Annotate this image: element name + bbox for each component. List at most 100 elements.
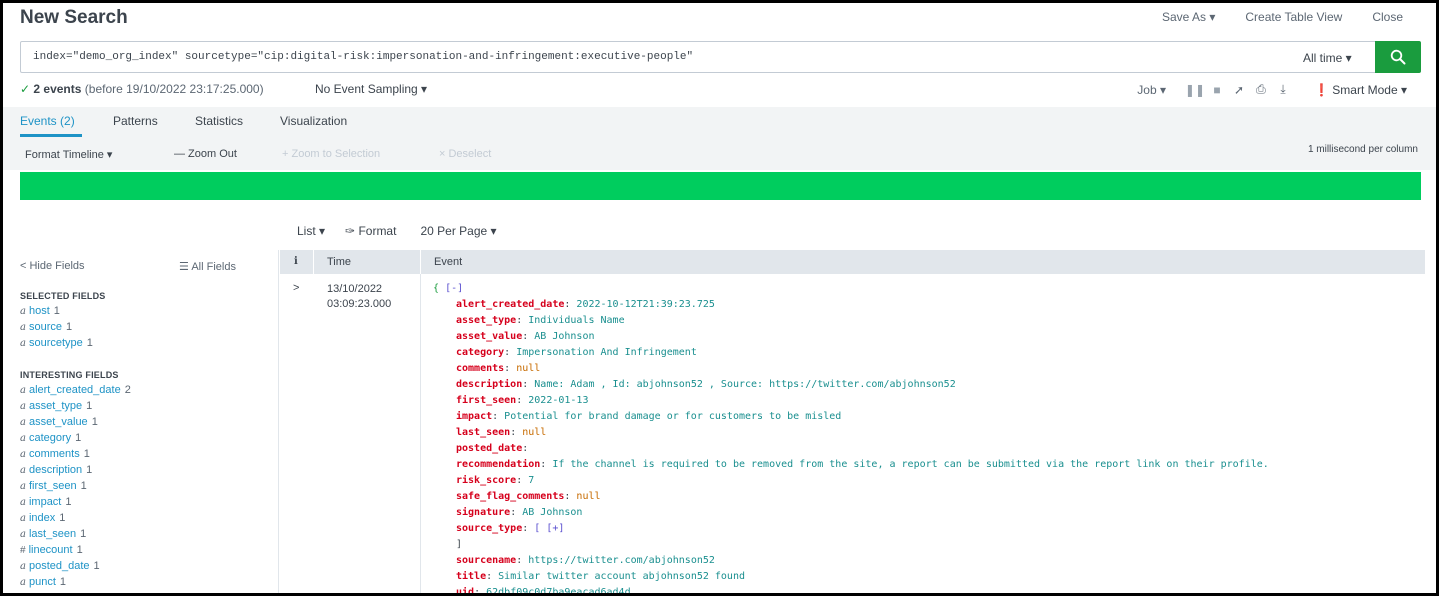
field-value[interactable]: Similar twitter account abjohnson52 foun… xyxy=(498,571,745,582)
field-value[interactable]: AB Johnson xyxy=(534,331,594,342)
field-key[interactable]: first_seen xyxy=(433,395,516,406)
close-button[interactable]: Close xyxy=(1372,10,1403,24)
tab-patterns[interactable]: Patterns xyxy=(113,114,158,128)
tab-visualization[interactable]: Visualization xyxy=(280,114,347,128)
format-timeline-dropdown[interactable]: Format Timeline ▾ xyxy=(25,148,112,161)
tab-statistics[interactable]: Statistics xyxy=(195,114,243,128)
field-value[interactable]: AB Johnson xyxy=(522,507,582,518)
col-time[interactable]: Time xyxy=(327,256,351,268)
field-key[interactable]: posted_date xyxy=(433,443,522,454)
sidebar-field-last-seen[interactable]: a last_seen 1 xyxy=(20,528,86,540)
lightbulb-icon: ❗ xyxy=(1313,82,1329,97)
create-table-view-button[interactable]: Create Table View xyxy=(1245,10,1342,24)
sidebar-field-linecount[interactable]: # linecount 1 xyxy=(20,544,83,556)
sidebar-field-sourcetype[interactable]: a sourcetype 1 xyxy=(20,337,93,349)
field-key[interactable]: title xyxy=(433,571,486,582)
event-sampling-dropdown[interactable]: No Event Sampling ▾ xyxy=(315,82,427,96)
field-key[interactable]: last_seen xyxy=(433,427,510,438)
expand-row-icon[interactable]: > xyxy=(293,282,299,294)
list-view-dropdown[interactable]: List ▾ xyxy=(297,224,325,238)
sidebar-field-source[interactable]: a source 1 xyxy=(20,321,72,333)
sidebar-field-first-seen[interactable]: a first_seen 1 xyxy=(20,480,87,492)
field-separator: : xyxy=(504,347,517,358)
sidebar-field-asset-type[interactable]: a asset_type 1 xyxy=(20,400,92,412)
sidebar-field-asset-value[interactable]: a asset_value 1 xyxy=(20,416,98,428)
interesting-fields-heading: INTERESTING FIELDS xyxy=(20,370,119,380)
event-field-alert-created-date: alert_created_date: 2022-10-12T21:39:23.… xyxy=(433,297,1269,313)
search-input[interactable]: index="demo_org_index" sourcetype="cip:d… xyxy=(20,41,1291,73)
col-divider xyxy=(313,250,314,274)
timeline-histogram[interactable] xyxy=(20,172,1421,200)
export-icon[interactable]: ⤓ xyxy=(1272,82,1294,97)
sidebar-field-description[interactable]: a description 1 xyxy=(20,464,92,476)
field-key[interactable]: description xyxy=(433,379,522,390)
sidebar-field-alert-created-date[interactable]: a alert_created_date 2 xyxy=(20,384,131,396)
field-type-icon: a xyxy=(20,385,26,396)
search-button[interactable] xyxy=(1375,41,1421,73)
pause-icon[interactable]: ❚❚ xyxy=(1184,83,1206,97)
field-value[interactable]: 62dbf09c0d7ba9eacad6ad4d xyxy=(486,587,631,593)
splunk-search-page: New Search Save As ▾ Create Table View C… xyxy=(0,0,1439,596)
field-key[interactable]: impact xyxy=(433,411,492,422)
field-key[interactable]: uid xyxy=(433,587,474,593)
sidebar-field-category[interactable]: a category 1 xyxy=(20,432,81,444)
field-value[interactable]: 2022-10-12T21:39:23.725 xyxy=(576,299,714,310)
sidebar-field-comments[interactable]: a comments 1 xyxy=(20,448,90,460)
event-time[interactable]: 13/10/2022 03:09:23.000 xyxy=(327,282,391,312)
job-menu[interactable]: Job ▾ xyxy=(1137,83,1166,97)
field-value[interactable]: https://twitter.com/abjohnson52 xyxy=(528,555,715,566)
deselect-button[interactable]: × Deselect xyxy=(439,148,491,160)
field-value[interactable]: 7 xyxy=(528,475,534,486)
zoom-out-button[interactable]: — Zoom Out xyxy=(174,148,237,160)
all-fields-button[interactable]: ☰ All Fields xyxy=(179,260,236,273)
field-key[interactable]: safe_flag_comments xyxy=(433,491,564,502)
save-as-button[interactable]: Save As ▾ xyxy=(1162,10,1215,24)
field-name: asset_value xyxy=(28,416,88,428)
sidebar-field-punct[interactable]: a punct 1 xyxy=(20,576,66,588)
col-info: i xyxy=(294,256,298,267)
sidebar-field-impact[interactable]: a impact 1 xyxy=(20,496,72,508)
event-field-asset-value: asset_value: AB Johnson xyxy=(433,329,1269,345)
field-key[interactable]: signature xyxy=(433,507,510,518)
share-icon[interactable]: ➚ xyxy=(1228,83,1250,97)
events-table-header: i Time Event xyxy=(280,250,1425,274)
page-header: New Search Save As ▾ Create Table View C… xyxy=(3,3,1436,37)
field-key[interactable]: asset_value xyxy=(433,331,522,342)
field-value[interactable]: 2022-01-13 xyxy=(528,395,588,406)
field-name: linecount xyxy=(28,544,73,556)
field-key[interactable]: sourcename xyxy=(433,555,516,566)
field-key[interactable]: comments xyxy=(433,363,504,374)
field-value[interactable]: null xyxy=(522,427,546,438)
field-separator: : xyxy=(522,443,529,454)
format-button[interactable]: ✑ Format xyxy=(345,224,396,238)
field-key[interactable]: recommendation xyxy=(433,459,540,470)
tab-events[interactable]: Events (2) xyxy=(20,114,75,128)
hide-fields-button[interactable]: < Hide Fields xyxy=(20,260,85,272)
per-page-dropdown[interactable]: 20 Per Page ▾ xyxy=(420,224,496,238)
zoom-to-selection-button[interactable]: + Zoom to Selection xyxy=(282,148,380,160)
stop-icon[interactable]: ■ xyxy=(1206,83,1228,97)
field-value[interactable]: null xyxy=(576,491,600,502)
sidebar-field-index[interactable]: a index 1 xyxy=(20,512,65,524)
field-value[interactable]: null xyxy=(516,363,540,374)
field-key[interactable]: alert_created_date xyxy=(433,299,564,310)
time-range-picker[interactable]: All time ▾ xyxy=(1290,41,1376,73)
page-title: New Search xyxy=(20,7,128,28)
search-mode-dropdown[interactable]: ❗ Smart Mode ▾ xyxy=(1314,83,1407,97)
field-key[interactable]: risk_score xyxy=(433,475,516,486)
field-key[interactable]: source_type xyxy=(433,523,522,534)
print-icon[interactable]: ⎙ xyxy=(1250,82,1272,97)
field-value[interactable]: Impersonation And Infringement xyxy=(516,347,697,358)
sidebar-field-posted-date[interactable]: a posted_date 1 xyxy=(20,560,100,572)
field-value[interactable]: [ [+] xyxy=(534,523,564,534)
field-value[interactable]: Potential for brand damage or for custom… xyxy=(504,411,841,422)
field-value[interactable]: Individuals Name xyxy=(528,315,624,326)
field-count: 1 xyxy=(93,560,100,572)
field-type-icon: a xyxy=(20,529,26,540)
field-key[interactable]: asset_type xyxy=(433,315,516,326)
sidebar-field-host[interactable]: a host 1 xyxy=(20,305,60,317)
field-key[interactable]: category xyxy=(433,347,504,358)
field-value[interactable]: If the channel is required to be removed… xyxy=(552,459,1268,470)
field-value[interactable]: Name: Adam , Id: abjohnson52 , Source: h… xyxy=(534,379,955,390)
collapse-json-toggle[interactable]: [-] xyxy=(445,283,463,294)
